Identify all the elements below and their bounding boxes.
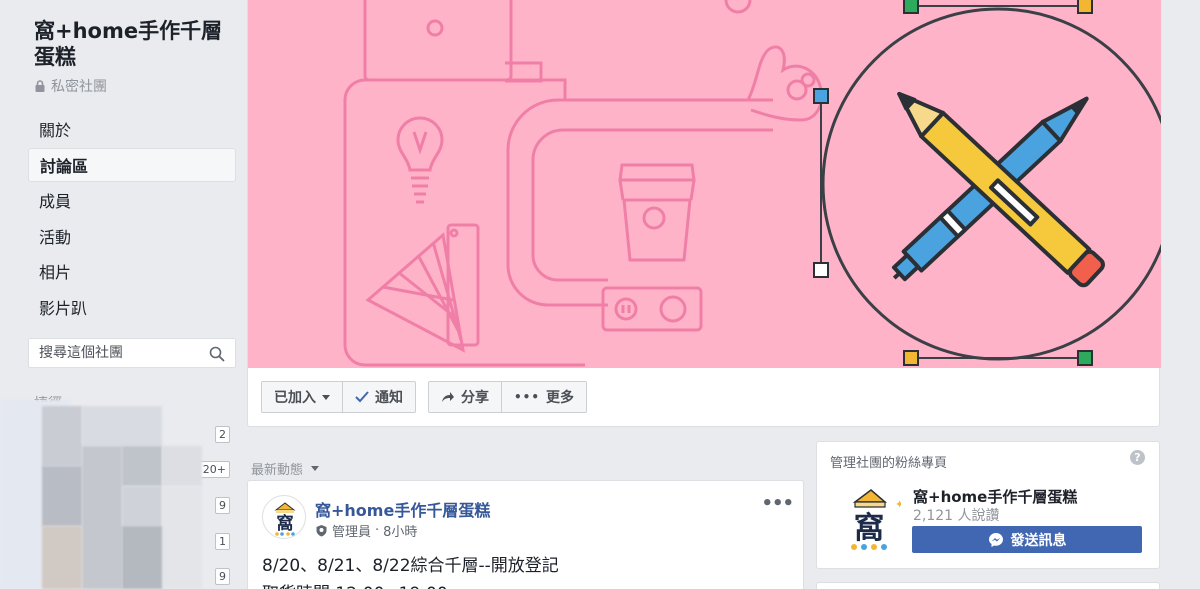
share-button[interactable]: 分享 xyxy=(428,381,502,413)
search-input[interactable] xyxy=(39,345,199,361)
feed-sort-dropdown[interactable]: 最新動態 xyxy=(251,459,320,478)
privacy-text: 私密社團 xyxy=(51,79,107,95)
messenger-icon xyxy=(988,532,1003,547)
lock-icon xyxy=(35,80,45,92)
shortcut-count-badge: 1 xyxy=(215,533,230,550)
post-options-icon[interactable]: ••• xyxy=(761,493,794,514)
more-button[interactable]: ••• 更多 xyxy=(502,381,588,413)
cover-photo[interactable] xyxy=(248,0,1161,368)
shortcuts-title: 捷徑 xyxy=(34,396,62,412)
feed-sort-label: 最新動態 xyxy=(251,463,304,478)
notify-button[interactable]: 通知 xyxy=(343,381,416,413)
checkmark-icon xyxy=(355,391,369,403)
meta-separator: · xyxy=(375,523,380,538)
shortcut-item[interactable]: 9 xyxy=(28,566,236,589)
ellipsis-icon: ••• xyxy=(514,390,541,404)
shortcut-item[interactable]: 20+ xyxy=(28,459,236,483)
shortcut-label xyxy=(40,566,190,588)
nav-label: 成員 xyxy=(39,192,72,211)
page-name[interactable]: 窩+home手作千層蛋糕 xyxy=(913,486,1077,507)
post-author-avatar[interactable]: 窩 xyxy=(262,495,306,539)
post-role: 管理員 xyxy=(332,525,372,540)
post-title: 8/20、8/21、8/22綜合千層--開放登記 xyxy=(262,556,559,576)
privacy-label: 私密社團 xyxy=(34,76,107,96)
post-time[interactable]: 8小時 xyxy=(383,521,417,540)
nav-item-discussion[interactable]: 討論區 xyxy=(28,147,236,182)
group-search xyxy=(28,338,236,368)
share-label: 分享 xyxy=(461,390,489,406)
nav-item-about[interactable]: 關於 xyxy=(28,112,236,146)
nav-item-video-party[interactable]: 影片趴 xyxy=(28,290,236,324)
group-cover-card: 已加入 通知 分享 ••• 更多 xyxy=(247,0,1161,427)
nav-label: 活動 xyxy=(39,227,72,247)
shortcut-count-badge: 9 xyxy=(215,497,230,514)
nav-label: 討論區 xyxy=(40,156,89,176)
share-more-actions: 分享 ••• 更多 xyxy=(428,381,588,413)
notify-label: 通知 xyxy=(375,390,403,406)
group-nav: 關於 討論區 成員 活動 相片 影片趴 xyxy=(28,112,236,325)
nav-item-events[interactable]: 活動 xyxy=(28,219,236,253)
page-logo[interactable]: ✦ 窩 xyxy=(839,482,901,554)
shortcut-item[interactable]: 1 xyxy=(28,531,236,555)
nav-item-photos[interactable]: 相片 xyxy=(28,254,236,288)
svg-text:窩: 窩 xyxy=(854,511,884,546)
page-card-title: 管理社團的粉絲專頁 xyxy=(830,456,948,471)
svg-text:✦: ✦ xyxy=(895,498,901,511)
send-message-label: 發送訊息 xyxy=(1010,532,1067,549)
post-author-name[interactable]: 窩+home手作千層蛋糕 xyxy=(315,497,490,521)
nav-label: 相片 xyxy=(39,263,72,282)
svg-text:窩: 窩 xyxy=(277,513,294,534)
page-likes-count: 2,121 人說讚 xyxy=(913,508,1000,524)
shortcut-label xyxy=(40,531,190,553)
post-body-line: 取貨時間 12:00~19:00 xyxy=(262,579,448,589)
search-icon[interactable] xyxy=(209,346,225,362)
cover-illustration xyxy=(343,0,1161,367)
admin-shield-icon xyxy=(316,525,327,537)
post-card: 窩 窩+home手作千層蛋糕 管理員 · 8小時 ••• 8/20、8/21、8… xyxy=(247,480,804,589)
nav-label: 關於 xyxy=(39,121,72,140)
shortcut-label xyxy=(40,495,190,517)
nav-item-members[interactable]: 成員 xyxy=(28,183,236,217)
membership-actions: 已加入 通知 xyxy=(261,381,416,413)
cake-logo-icon: 窩 xyxy=(274,502,296,536)
joined-label: 已加入 xyxy=(274,390,316,406)
group-title[interactable]: 窩+home手作千層蛋糕 xyxy=(34,18,234,70)
shortcut-label xyxy=(40,424,190,446)
nav-label: 影片趴 xyxy=(39,298,88,318)
shortcut-count-badge: 2 xyxy=(215,426,230,443)
managing-page-card: 管理社團的粉絲專頁 ? ✦ 窩 窩+home手作千層蛋糕 2,121 人說讚 發… xyxy=(816,441,1160,569)
more-label: 更多 xyxy=(546,390,575,406)
next-sidebar-card xyxy=(816,582,1160,589)
left-sidebar: 窩+home手作千層蛋糕 私密社團 關於 討論區 成員 活動 相片 影片趴 捷徑… xyxy=(0,0,236,589)
chevron-down-icon xyxy=(311,466,320,471)
share-arrow-icon xyxy=(442,392,454,402)
joined-button[interactable]: 已加入 xyxy=(261,381,343,413)
send-message-button[interactable]: 發送訊息 xyxy=(912,526,1142,553)
shortcut-count-badge: 9 xyxy=(215,568,230,585)
post-meta: 管理員 · 8小時 xyxy=(315,521,417,540)
shortcut-count-badge: 20+ xyxy=(198,461,230,478)
shortcut-label xyxy=(40,459,190,481)
shortcut-item[interactable]: 2 xyxy=(28,424,236,448)
help-icon[interactable]: ? xyxy=(1130,450,1145,465)
chevron-down-icon xyxy=(322,394,330,400)
shortcut-item[interactable]: 9 xyxy=(28,495,236,519)
